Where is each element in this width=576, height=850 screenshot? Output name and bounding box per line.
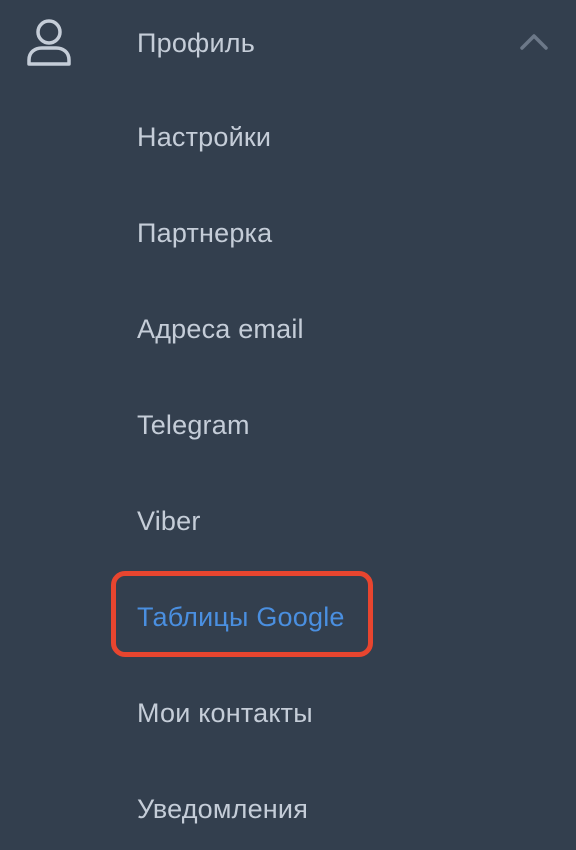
profile-menu-header[interactable]: Профиль xyxy=(0,0,576,86)
menu-item-partner[interactable]: Партнерка xyxy=(137,214,272,252)
menu-item-settings[interactable]: Настройки xyxy=(137,118,271,156)
menu-item-my-contacts[interactable]: Мои контакты xyxy=(137,694,313,732)
chevron-up-icon[interactable] xyxy=(518,30,550,52)
menu-item-viber[interactable]: Viber xyxy=(137,502,201,540)
user-icon xyxy=(26,18,72,68)
profile-menu: Профиль Настройки Партнерка Адреса email… xyxy=(0,0,576,850)
menu-item-notifications[interactable]: Уведомления xyxy=(137,790,308,828)
menu-item-google-sheets[interactable]: Таблицы Google xyxy=(137,598,345,636)
menu-item-telegram[interactable]: Telegram xyxy=(137,406,250,444)
profile-menu-label: Профиль xyxy=(137,28,255,58)
menu-item-email-addresses[interactable]: Адреса email xyxy=(137,310,304,348)
